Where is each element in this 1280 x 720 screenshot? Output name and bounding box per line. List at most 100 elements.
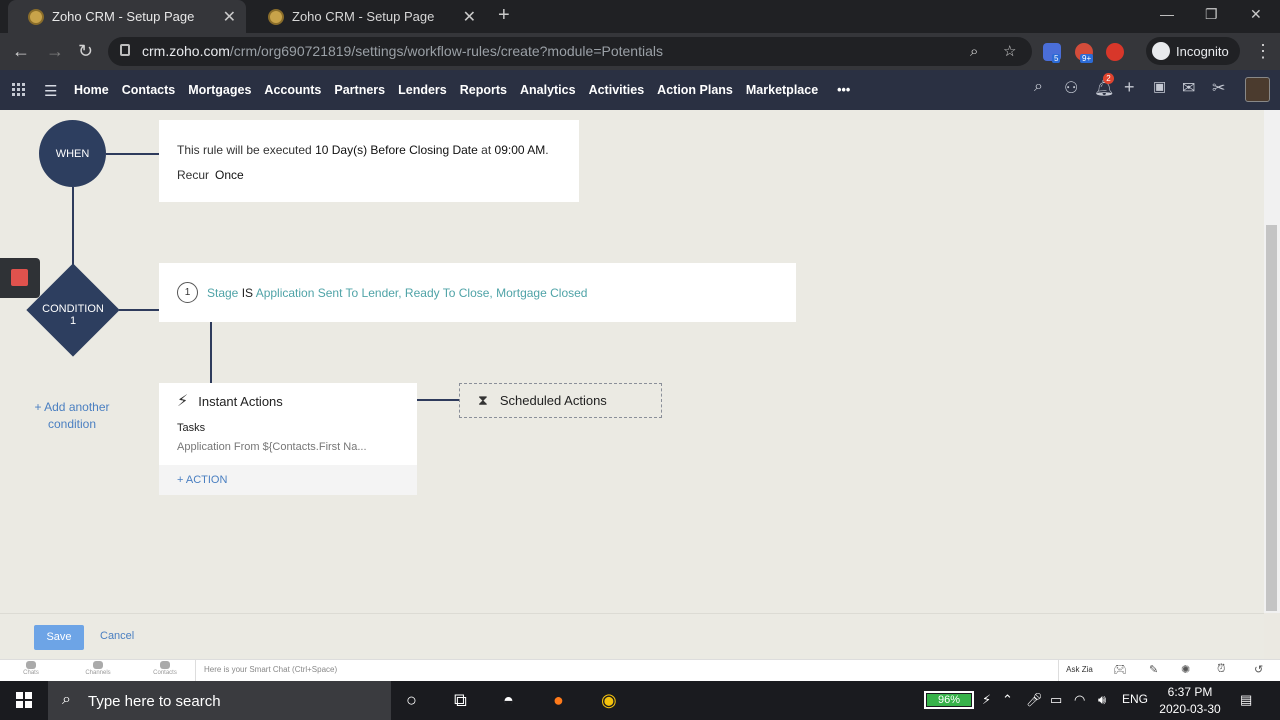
lock-icon	[120, 44, 130, 56]
restore-icon[interactable]: ❐	[1205, 6, 1218, 23]
scheduled-actions-title: Scheduled Actions	[499, 393, 607, 408]
add-action-bar: + ACTION	[159, 465, 417, 495]
note-icon[interactable]: ✎	[1149, 663, 1158, 676]
add-action-button[interactable]: + ACTION	[177, 474, 227, 486]
nav-accounts[interactable]: Accounts	[264, 83, 321, 97]
create-plus-icon[interactable]: +	[1124, 77, 1135, 98]
mail-icon[interactable]: ✉	[1182, 78, 1195, 98]
microphone-icon[interactable]: 🎤︎	[1026, 692, 1043, 708]
ask-zia-button[interactable]: Ask Zia	[1058, 659, 1100, 681]
instant-actions-card[interactable]: ⚡︎ Instant Actions Tasks Application From…	[159, 383, 417, 495]
zoho-favicon-icon	[28, 8, 44, 25]
close-window-icon[interactable]: ✕	[1250, 6, 1262, 23]
forward-icon[interactable]: →	[46, 41, 64, 62]
browser-tab-1[interactable]: Zoho CRM - Setup Page ✕	[8, 0, 246, 33]
apps-grid-icon[interactable]	[12, 83, 26, 97]
tab-title: Zoho CRM - Setup Page	[292, 9, 435, 24]
incognito-icon	[1152, 42, 1170, 60]
system-clock[interactable]: 6:37 PM 2020-03-30	[1150, 684, 1230, 718]
volume-icon[interactable]: 🔊︎	[1098, 692, 1106, 708]
bookmark-star-icon[interactable]: ☆	[1003, 42, 1016, 60]
setup-tools-icon[interactable]: ✂	[1212, 78, 1225, 98]
tab-title: Zoho CRM - Setup Page	[52, 9, 195, 24]
extension-icon-3[interactable]	[1106, 43, 1124, 61]
save-button[interactable]: Save	[34, 625, 84, 650]
search-icon[interactable]: ⌕	[1034, 78, 1043, 96]
extension-badge-2: 9+	[1080, 54, 1094, 63]
cortana-icon[interactable]: ○	[406, 690, 417, 711]
power-plug-icon[interactable]: ⚡︎	[982, 692, 991, 708]
users-icon[interactable]: ⚇	[1064, 78, 1078, 98]
stop-icon	[11, 269, 28, 286]
language-indicator[interactable]: ENG	[1122, 692, 1148, 706]
crm-top-nav: ☰ Home Contacts Mortgages Accounts Partn…	[0, 70, 1280, 110]
add-another-condition-link[interactable]: + Add another condition	[30, 399, 114, 433]
nav-mortgages[interactable]: Mortgages	[188, 83, 251, 97]
taskbar-search[interactable]: ⌕ Type here to search	[48, 681, 391, 720]
wifi-icon[interactable]: ◠	[1074, 692, 1085, 708]
close-tab-icon[interactable]: ✕	[223, 7, 236, 27]
nav-links: Home Contacts Mortgages Accounts Partner…	[74, 70, 863, 110]
minimize-icon[interactable]: —	[1160, 6, 1174, 22]
incognito-indicator[interactable]: Incognito	[1146, 37, 1240, 65]
chats-icon[interactable]: Chats	[16, 661, 46, 676]
nav-action-plans[interactable]: Action Plans	[657, 83, 733, 97]
condition-node-label: CONDITION 1	[42, 303, 104, 327]
hourglass-icon: ⧗	[478, 392, 488, 408]
history-icon[interactable]: ↺	[1254, 663, 1263, 676]
zoom-icon[interactable]: ⌕	[970, 43, 978, 60]
nav-activities[interactable]: Activities	[589, 83, 645, 97]
zia-icon[interactable]: ✺	[1181, 663, 1190, 676]
connector-condition-card	[119, 309, 159, 311]
nav-reports[interactable]: Reports	[460, 83, 507, 97]
reload-icon[interactable]: ↻	[78, 41, 93, 62]
task-view-icon[interactable]: ⧉	[454, 690, 467, 711]
calendar-icon[interactable]: ▣	[1153, 78, 1166, 95]
nav-analytics[interactable]: Analytics	[520, 83, 576, 97]
connector-condition-actions	[210, 322, 212, 383]
recur-row: Recur Once	[177, 168, 244, 182]
back-icon[interactable]: ←	[12, 41, 30, 62]
extension-badge-1: 5	[1052, 54, 1061, 63]
app-icon[interactable]: ◓	[503, 690, 514, 711]
nav-lenders[interactable]: Lenders	[398, 83, 447, 97]
zoho-favicon-icon	[268, 8, 284, 25]
scheduled-actions-button[interactable]: ⧗ Scheduled Actions	[459, 383, 662, 418]
battery-indicator[interactable]: 96%	[924, 691, 974, 709]
search-icon: ⌕	[62, 691, 71, 708]
alarm-icon[interactable]: ⏰︎	[1217, 663, 1226, 676]
connector-instant-scheduled	[417, 399, 459, 401]
url-text: crm.zoho.com/crm/org690721819/settings/w…	[142, 43, 663, 59]
browser-tab-2[interactable]: Zoho CRM - Setup Page ✕	[248, 0, 486, 33]
nav-more[interactable]: •••	[837, 83, 850, 97]
avatar[interactable]	[1245, 77, 1270, 102]
channels-icon[interactable]: Channels	[83, 661, 113, 676]
condition-criteria: Stage IS Application Sent To Lender, Rea…	[207, 286, 588, 300]
notifications-icon[interactable]: ▤	[1240, 692, 1252, 708]
battery-icon[interactable]: ▭	[1050, 692, 1062, 708]
browser-menu-icon[interactable]: ⋮	[1254, 41, 1272, 62]
url-bar[interactable]: crm.zoho.com/crm/org690721819/settings/w…	[108, 37, 1032, 66]
contacts-icon[interactable]: Contacts	[150, 661, 180, 676]
condition-number: 1	[177, 282, 198, 303]
task-item[interactable]: Application From ${Contacts.First Na...	[177, 441, 367, 453]
smart-chat-input[interactable]: Here is your Smart Chat (Ctrl+Space)	[195, 659, 1055, 681]
scrollbar-thumb[interactable]	[1266, 225, 1277, 611]
tray-expand-icon[interactable]: ⌃	[1002, 692, 1013, 708]
condition-card[interactable]: 1 Stage IS Application Sent To Lender, R…	[159, 263, 796, 322]
nav-marketplace[interactable]: Marketplace	[746, 83, 818, 97]
nav-partners[interactable]: Partners	[334, 83, 385, 97]
close-tab-icon[interactable]: ✕	[463, 7, 476, 27]
firefox-icon[interactable]: ●	[553, 690, 564, 711]
gamepad-icon[interactable]: 🎮︎	[1113, 663, 1127, 676]
connector-when-condition	[72, 187, 74, 267]
chrome-icon[interactable]: ◉	[601, 690, 617, 711]
windows-start-icon[interactable]	[16, 692, 32, 708]
when-card[interactable]: This rule will be executed 10 Day(s) Bef…	[159, 120, 579, 202]
cancel-button[interactable]: Cancel	[100, 630, 134, 642]
hamburger-menu-icon[interactable]: ☰	[44, 82, 57, 100]
nav-contacts[interactable]: Contacts	[122, 83, 175, 97]
stop-recording-button[interactable]	[0, 258, 40, 298]
new-tab-icon[interactable]: +	[498, 4, 510, 27]
nav-home[interactable]: Home	[74, 83, 109, 97]
